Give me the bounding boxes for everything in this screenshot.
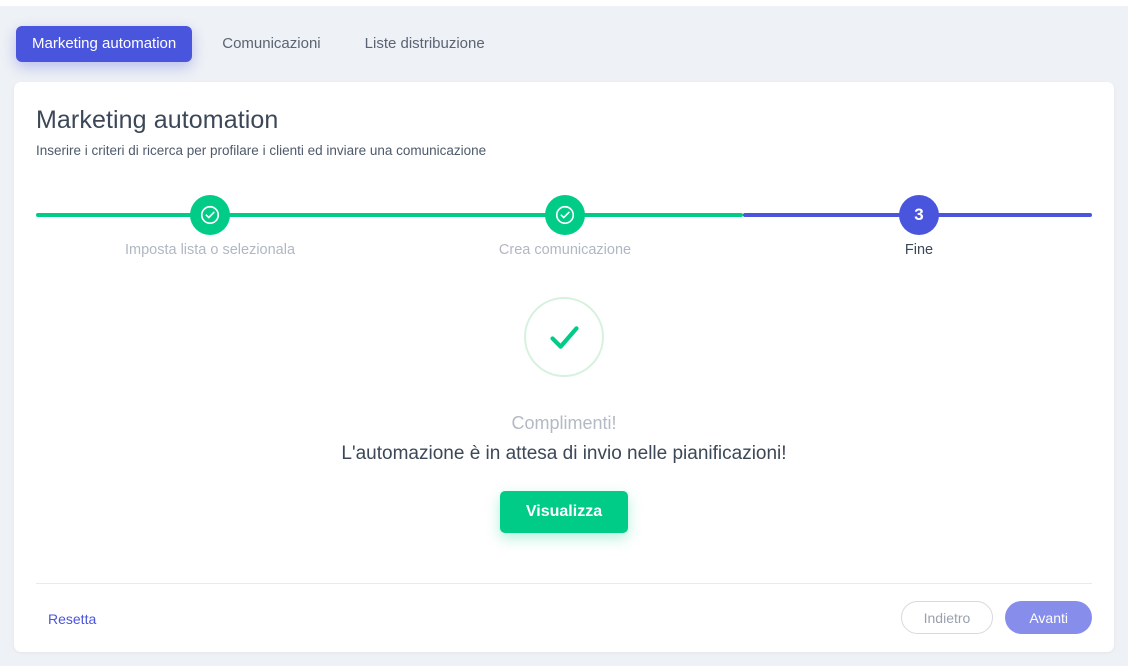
- stepper-step-3[interactable]: 3 Fine: [899, 195, 939, 258]
- check-circle-icon: [190, 195, 230, 235]
- stepper-step-2-label: Crea comunicazione: [498, 242, 632, 258]
- stepper-step-1[interactable]: Imposta lista o selezionala: [125, 195, 295, 258]
- tab-liste-distribuzione[interactable]: Liste distribuzione: [351, 26, 499, 62]
- footer-actions: Indietro Avanti: [900, 601, 1092, 634]
- page-title: Marketing automation: [36, 106, 279, 134]
- card-footer: Resetta Indietro Avanti: [14, 583, 1114, 652]
- next-button[interactable]: Avanti: [1005, 601, 1092, 634]
- reset-link[interactable]: Resetta: [48, 611, 96, 627]
- success-message: L'automazione è in attesa di invio nelle…: [341, 443, 787, 464]
- app-root: Marketing automation Comunicazioni Liste…: [0, 0, 1128, 666]
- tab-marketing-automation[interactable]: Marketing automation: [16, 26, 193, 62]
- congrats-text: Complimenti!: [511, 413, 617, 433]
- stepper-step-3-label: Fine: [904, 242, 934, 258]
- back-button[interactable]: Indietro: [900, 601, 994, 634]
- stepper-step-3-number: 3: [899, 195, 939, 235]
- main-card: Marketing automation Inserire i criteri …: [14, 82, 1114, 652]
- stepper-step-2[interactable]: Crea comunicazione: [499, 195, 631, 258]
- stepper-step-1-label: Imposta lista o selezionala: [124, 242, 296, 258]
- tab-bar: Marketing automation Comunicazioni Liste…: [0, 6, 1128, 82]
- check-circle-success-icon: [524, 297, 604, 377]
- stepper-track-completed: [36, 213, 743, 217]
- success-panel: Complimenti! L'automazione è in attesa d…: [14, 297, 1114, 533]
- tab-comunicazioni[interactable]: Comunicazioni: [208, 26, 334, 62]
- check-circle-icon: [545, 195, 585, 235]
- page-subtitle: Inserire i criteri di ricerca per profil…: [36, 143, 487, 158]
- visualizza-button[interactable]: Visualizza: [499, 491, 629, 533]
- wizard-stepper: Imposta lista o selezionala Crea comunic…: [14, 182, 1114, 272]
